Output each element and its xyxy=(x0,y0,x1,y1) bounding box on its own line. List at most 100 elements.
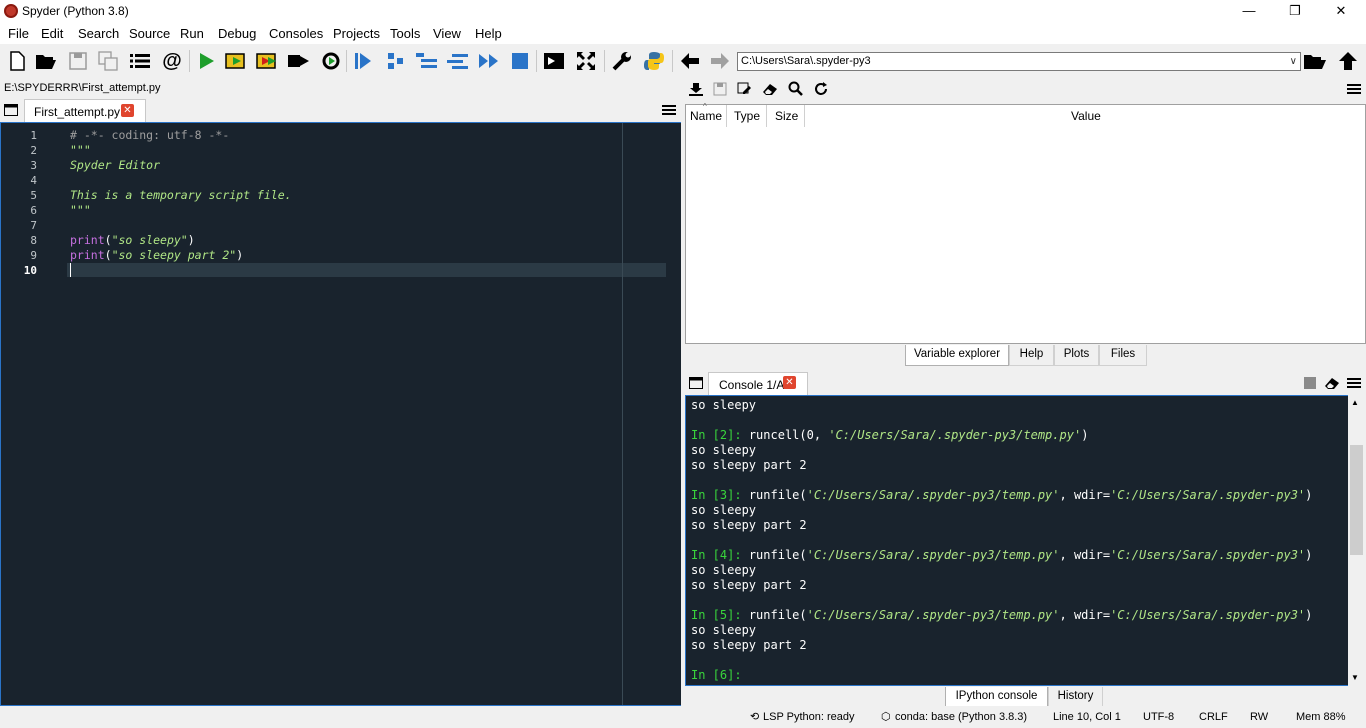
parent-dir-icon[interactable] xyxy=(1336,50,1360,72)
outline-icon[interactable] xyxy=(128,50,152,72)
column-header-size[interactable]: Size xyxy=(775,109,798,123)
save-icon[interactable] xyxy=(66,50,90,72)
fullscreen-icon[interactable] xyxy=(574,50,598,72)
run-cell-advance-icon[interactable] xyxy=(256,50,280,72)
tab-console-1a[interactable]: Console 1/A ✕ xyxy=(708,372,808,395)
close-console-tab-icon[interactable]: ✕ xyxy=(783,376,796,389)
ipython-console[interactable]: so sleepy In [2]: runcell(0, 'C:/Users/Sa… xyxy=(685,395,1365,686)
stop-icon[interactable] xyxy=(508,50,532,72)
lsp-status[interactable]: LSP Python: ready xyxy=(763,711,855,724)
menu-help[interactable]: Help xyxy=(475,26,502,41)
file-permissions: RW xyxy=(1250,711,1269,723)
new-file-icon[interactable] xyxy=(5,50,29,72)
debug-icon[interactable] xyxy=(351,50,375,72)
editor-options-menu-icon[interactable] xyxy=(662,104,676,119)
prompt-end: ]: xyxy=(727,608,749,622)
import-data-icon[interactable] xyxy=(689,82,703,99)
tab-history[interactable]: History xyxy=(1048,687,1103,708)
open-file-icon[interactable] xyxy=(34,50,58,72)
variable-explorer-options-icon[interactable] xyxy=(1347,83,1361,98)
interrupt-kernel-icon[interactable] xyxy=(1304,377,1316,392)
rerun-icon[interactable] xyxy=(319,50,343,72)
console-output: so sleepy xyxy=(691,503,757,517)
menu-consoles[interactable]: Consoles xyxy=(269,26,323,41)
step-into-icon[interactable] xyxy=(415,50,439,72)
column-header-name[interactable]: Name xyxy=(690,109,722,123)
browse-folder-icon[interactable] xyxy=(1303,50,1327,72)
browse-console-tabs-icon[interactable] xyxy=(689,377,703,392)
menu-run[interactable]: Run xyxy=(180,26,204,41)
code-editor[interactable]: 1 2 3 4 5 6 7 8 9 10 # -*- coding: utf-8 -*- """ Sp… xyxy=(0,122,681,706)
eraser-icon[interactable] xyxy=(762,82,778,99)
tab-first-attempt[interactable]: First_attempt.py ✕ xyxy=(24,99,146,122)
save-all-icon[interactable] xyxy=(96,50,120,72)
step-return-icon[interactable] xyxy=(446,50,470,72)
tab-variable-explorer[interactable]: Variable explorer xyxy=(905,345,1009,366)
console-path-string: 'C:/Users/Sara/.spyder-py3/temp.py' xyxy=(806,548,1060,562)
variable-table[interactable]: Name Type Size Value ^ xyxy=(685,102,1366,344)
scroll-up-icon[interactable]: ▲ xyxy=(1351,398,1359,407)
menu-source[interactable]: Source xyxy=(129,26,170,41)
scroll-down-icon[interactable]: ▼ xyxy=(1351,673,1359,682)
tab-help[interactable]: Help xyxy=(1009,345,1054,366)
code-text: Spyder Editor xyxy=(70,158,161,172)
column-header-value[interactable]: Value xyxy=(1071,109,1101,123)
menu-debug[interactable]: Debug xyxy=(218,26,256,41)
preferences-icon[interactable] xyxy=(610,50,634,72)
python-path-icon[interactable] xyxy=(642,50,666,72)
run-cell-icon[interactable] xyxy=(225,50,249,72)
console-line: In [2]: runcell(0, 'C:/Users/Sara/.spyde… xyxy=(691,428,1088,443)
save-data-as-icon[interactable] xyxy=(737,82,751,99)
clear-console-eraser-icon[interactable] xyxy=(1324,376,1340,393)
menu-search[interactable]: Search xyxy=(78,26,119,41)
tab-plots[interactable]: Plots xyxy=(1054,345,1099,366)
step-icon[interactable] xyxy=(384,50,408,72)
console-code: , wdir= xyxy=(1059,608,1111,622)
console-line: so sleepy xyxy=(691,503,756,518)
code-function-name: print xyxy=(70,248,105,262)
window-title: Spyder (Python 3.8) xyxy=(22,4,129,18)
line-endings: CRLF xyxy=(1199,711,1228,723)
refresh-icon[interactable] xyxy=(814,81,830,100)
console-line: so sleepy xyxy=(691,623,756,638)
minimize-button[interactable]: — xyxy=(1226,0,1272,22)
code-text-area[interactable]: # -*- coding: utf-8 -*- """ Spyder Editor T… xyxy=(67,123,681,705)
working-directory-combo[interactable]: C:\Users\Sara\.spyder-py3 ∨ xyxy=(737,52,1301,71)
at-icon[interactable]: @ xyxy=(160,50,184,72)
tab-ipython-console[interactable]: IPython console xyxy=(945,687,1048,708)
code-text: """ xyxy=(70,203,91,217)
menu-file[interactable]: File xyxy=(8,26,29,41)
code-line: Spyder Editor xyxy=(70,158,160,173)
column-divider xyxy=(726,105,727,127)
chevron-down-icon[interactable]: ∨ xyxy=(1290,53,1297,70)
search-icon[interactable] xyxy=(788,81,804,100)
console-line: so sleepy xyxy=(691,398,756,413)
console-output: so sleepy part 2 xyxy=(691,518,807,532)
run-icon[interactable] xyxy=(194,50,218,72)
menu-view[interactable]: View xyxy=(433,26,461,41)
close-tab-icon[interactable]: ✕ xyxy=(121,104,134,117)
close-window-button[interactable]: ✕ xyxy=(1318,0,1364,22)
browse-tabs-icon[interactable] xyxy=(4,104,18,119)
conda-status[interactable]: conda: base (Python 3.8.3) xyxy=(895,711,1027,724)
console-path-string: 'C:/Users/Sara/.spyder-py3/temp.py' xyxy=(828,428,1082,442)
prompt-in: In [ xyxy=(691,428,720,442)
console-options-menu-icon[interactable] xyxy=(1347,377,1361,392)
menu-edit[interactable]: Edit xyxy=(41,26,63,41)
menu-projects[interactable]: Projects xyxy=(333,26,380,41)
forward-icon[interactable] xyxy=(708,50,732,72)
console-path-string: 'C:/Users/Sara/.spyder-py3' xyxy=(1110,548,1306,562)
maximize-pane-icon[interactable] xyxy=(542,50,566,72)
tab-files[interactable]: Files xyxy=(1099,345,1147,366)
scrollbar-thumb[interactable] xyxy=(1350,445,1363,555)
console-path-string: 'C:/Users/Sara/.spyder-py3/temp.py' xyxy=(806,608,1060,622)
console-scrollbar[interactable]: ▲ ▼ xyxy=(1348,395,1365,686)
menu-tools[interactable]: Tools xyxy=(390,26,420,41)
continue-icon[interactable] xyxy=(477,50,501,72)
maximize-button[interactable]: ❐ xyxy=(1272,0,1318,22)
save-data-icon[interactable] xyxy=(713,82,727,99)
column-header-type[interactable]: Type xyxy=(734,109,760,123)
back-icon[interactable] xyxy=(678,50,702,72)
console-path-string: 'C:/Users/Sara/.spyder-py3' xyxy=(1110,608,1306,622)
run-selection-icon[interactable] xyxy=(287,50,311,72)
